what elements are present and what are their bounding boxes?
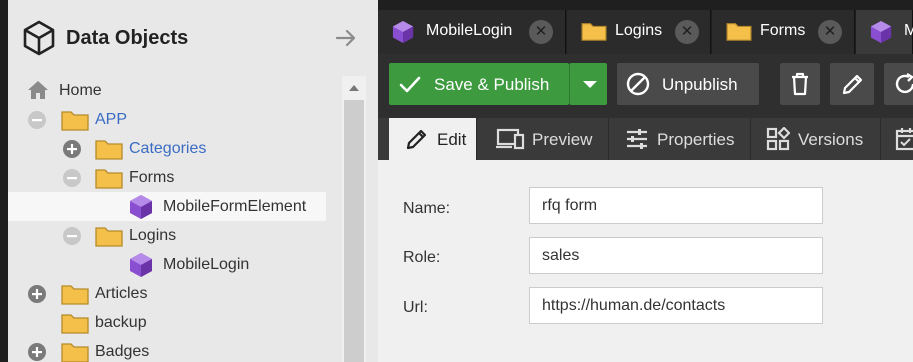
tab-forms[interactable]: Forms ✕ <box>712 10 855 54</box>
sliders-icon <box>625 127 649 156</box>
panel-header: Data Objects <box>8 0 378 74</box>
scroll-up-arrow-icon[interactable] <box>349 85 359 91</box>
folder-icon <box>95 166 123 195</box>
subtab-label: Properties <box>657 130 735 149</box>
tab-label: Logins <box>615 22 663 39</box>
tree-item-categories[interactable]: Categories <box>8 134 326 163</box>
folder-icon <box>61 282 89 311</box>
unpublish-button[interactable]: Unpublish <box>617 63 759 105</box>
folder-icon <box>95 224 123 253</box>
ban-icon <box>626 72 650 101</box>
tree-item-label: backup <box>95 314 147 331</box>
tree-item-home[interactable]: Home <box>8 76 326 105</box>
collapse-minus-icon[interactable] <box>62 168 82 193</box>
cube-object-icon <box>870 20 892 49</box>
trash-icon <box>790 72 810 101</box>
panel-edge <box>0 0 8 362</box>
folder-icon <box>61 311 89 340</box>
delete-button[interactable] <box>780 63 820 105</box>
tree-scrollbar[interactable] <box>342 76 366 362</box>
collapse-minus-icon[interactable] <box>62 226 82 251</box>
folder-icon <box>61 108 89 137</box>
cube-icon <box>22 20 56 61</box>
url-label: Url: <box>403 299 428 316</box>
tab-mobilelogin[interactable]: MobileLogin ✕ <box>378 10 566 54</box>
tree-item-forms[interactable]: Forms <box>8 163 326 192</box>
folder-icon <box>95 137 123 166</box>
tree-item-badges[interactable]: Badges <box>8 337 326 362</box>
tree-item-label: APP <box>95 111 128 128</box>
data-objects-panel: Data Objects Home APP Categories Forms M… <box>0 0 378 362</box>
tab-active-object[interactable]: M <box>856 10 913 54</box>
close-icon[interactable]: ✕ <box>529 20 553 44</box>
close-icon[interactable]: ✕ <box>675 20 699 44</box>
arrow-right-icon[interactable] <box>334 26 358 55</box>
reload-button[interactable] <box>884 63 913 105</box>
reload-icon <box>893 72 913 101</box>
collapse-minus-icon[interactable] <box>27 110 47 135</box>
calendar-icon <box>895 127 913 156</box>
tab-properties[interactable]: Properties <box>609 118 751 160</box>
home-icon <box>27 80 49 105</box>
pencil-icon <box>405 127 429 156</box>
unpublish-label: Unpublish <box>662 75 738 94</box>
checkmark-icon <box>399 73 421 100</box>
subtab-label: Versions <box>798 130 864 149</box>
chevron-down-icon <box>583 81 597 88</box>
role-field[interactable] <box>529 237 823 274</box>
tree-item-label: Home <box>59 82 102 99</box>
subtab-label: Edit <box>437 130 467 149</box>
expand-plus-icon[interactable] <box>27 342 47 362</box>
expand-plus-icon[interactable] <box>62 139 82 164</box>
folder-icon <box>61 340 89 362</box>
tree-item-label: MobileLogin <box>163 256 250 273</box>
tree-item-logins[interactable]: Logins <box>8 221 326 250</box>
tab-versions[interactable]: Versions <box>751 118 881 160</box>
scrollbar-thumb[interactable] <box>344 100 364 362</box>
devices-icon <box>495 127 525 156</box>
tree-item-label: Categories <box>129 140 207 157</box>
tree-item-backup[interactable]: backup <box>8 308 326 337</box>
object-subtabs: Edit Preview Properties Versions <box>378 118 913 160</box>
tree-item-label: Forms <box>129 169 175 186</box>
tab-logins[interactable]: Logins ✕ <box>567 10 711 54</box>
tab-label: M <box>904 22 913 39</box>
editor-toolbar: Save & Publish Unpublish <box>378 54 913 118</box>
versions-icon <box>766 126 791 156</box>
name-label: Name: <box>403 200 451 217</box>
tab-label: Forms <box>760 22 806 39</box>
name-field[interactable] <box>529 187 823 224</box>
tree-item-label: Badges <box>95 343 150 360</box>
tree-item-label: MobileFormElement <box>163 198 307 215</box>
tab-label: MobileLogin <box>426 22 513 39</box>
subtab-label: Preview <box>532 130 593 149</box>
tree-item-label: Articles <box>95 285 148 302</box>
document-tabs: MobileLogin ✕ Logins ✕ Forms ✕ M <box>378 0 913 54</box>
url-field[interactable] <box>529 287 823 324</box>
save-options-dropdown[interactable] <box>569 63 607 105</box>
cube-object-icon <box>392 20 414 49</box>
folder-icon <box>726 20 752 47</box>
tree-item-articles[interactable]: Articles <box>8 279 326 308</box>
pencil-icon <box>841 72 865 101</box>
object-form: Name: Role: Url: <box>378 160 913 362</box>
tree-item-app[interactable]: APP <box>8 105 326 134</box>
rename-button[interactable] <box>830 63 874 105</box>
tab-schedule[interactable] <box>881 118 913 160</box>
tab-preview[interactable]: Preview <box>477 118 609 160</box>
role-label: Role: <box>403 249 441 266</box>
expand-plus-icon[interactable] <box>27 284 47 309</box>
tab-edit[interactable]: Edit <box>389 118 477 160</box>
close-icon[interactable]: ✕ <box>818 20 842 44</box>
save-publish-button[interactable]: Save & Publish <box>389 63 569 105</box>
app-root: Data Objects Home APP Categories Forms M… <box>0 0 913 362</box>
panel-title: Data Objects <box>66 27 189 49</box>
tree-item-mobileformelement[interactable]: MobileFormElement <box>8 192 326 221</box>
tree-item-label: Logins <box>129 227 177 244</box>
folder-icon <box>581 20 607 47</box>
save-publish-label: Save & Publish <box>434 75 550 94</box>
object-tree: Home APP Categories Forms MobileFormElem… <box>8 76 342 362</box>
editor-panel: MobileLogin ✕ Logins ✕ Forms ✕ M Save & … <box>378 0 913 362</box>
tree-item-mobilelogin[interactable]: MobileLogin <box>8 250 326 279</box>
